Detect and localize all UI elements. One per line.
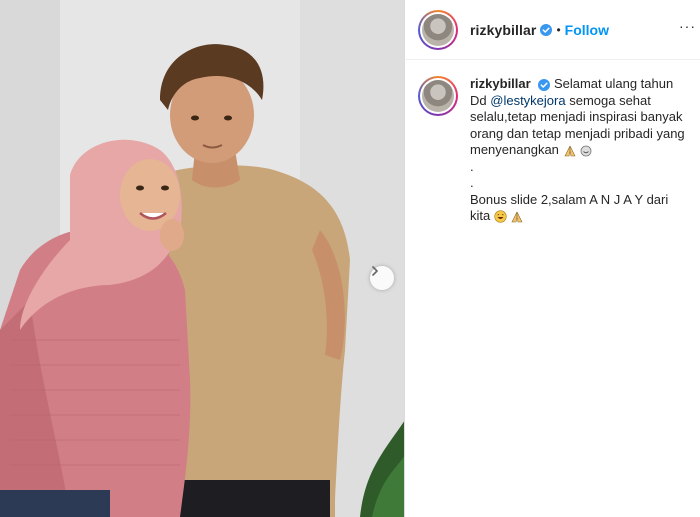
caption-block: rizkybillar Selamat ulang tahun Dd @lest… [406, 60, 700, 225]
separator-dot: • [556, 22, 561, 37]
avatar-image [422, 13, 454, 46]
caption-dot-2: . [470, 175, 474, 190]
post-photo[interactable] [0, 0, 405, 517]
post-header: rizkybillar • Follow ··· [406, 0, 700, 60]
author-avatar[interactable] [418, 9, 458, 50]
avatar-image [422, 80, 454, 112]
next-slide-button[interactable] [370, 266, 394, 290]
more-options-icon[interactable]: ··· [679, 18, 696, 34]
caption-username[interactable]: rizkybillar [470, 76, 531, 91]
caption-avatar[interactable] [418, 76, 458, 116]
post-side-panel: rizkybillar • Follow ··· rizkybillar Sel… [406, 0, 700, 517]
caption-text: rizkybillar Selamat ulang tahun Dd @lest… [470, 76, 688, 225]
smile-emoji [580, 145, 592, 156]
pray-emoji [511, 211, 523, 222]
caption-dot-1: . [470, 158, 474, 174]
verified-badge-icon [540, 23, 553, 36]
follow-button[interactable]: Follow [565, 22, 609, 38]
author-username[interactable]: rizkybillar [470, 22, 536, 38]
laugh-emoji [494, 210, 507, 223]
photo-illustration [0, 0, 404, 517]
mention-link[interactable]: @lestykejora [490, 93, 565, 108]
pray-emoji [564, 145, 576, 156]
chevron-right-icon [372, 266, 378, 276]
verified-badge-icon [538, 78, 551, 91]
